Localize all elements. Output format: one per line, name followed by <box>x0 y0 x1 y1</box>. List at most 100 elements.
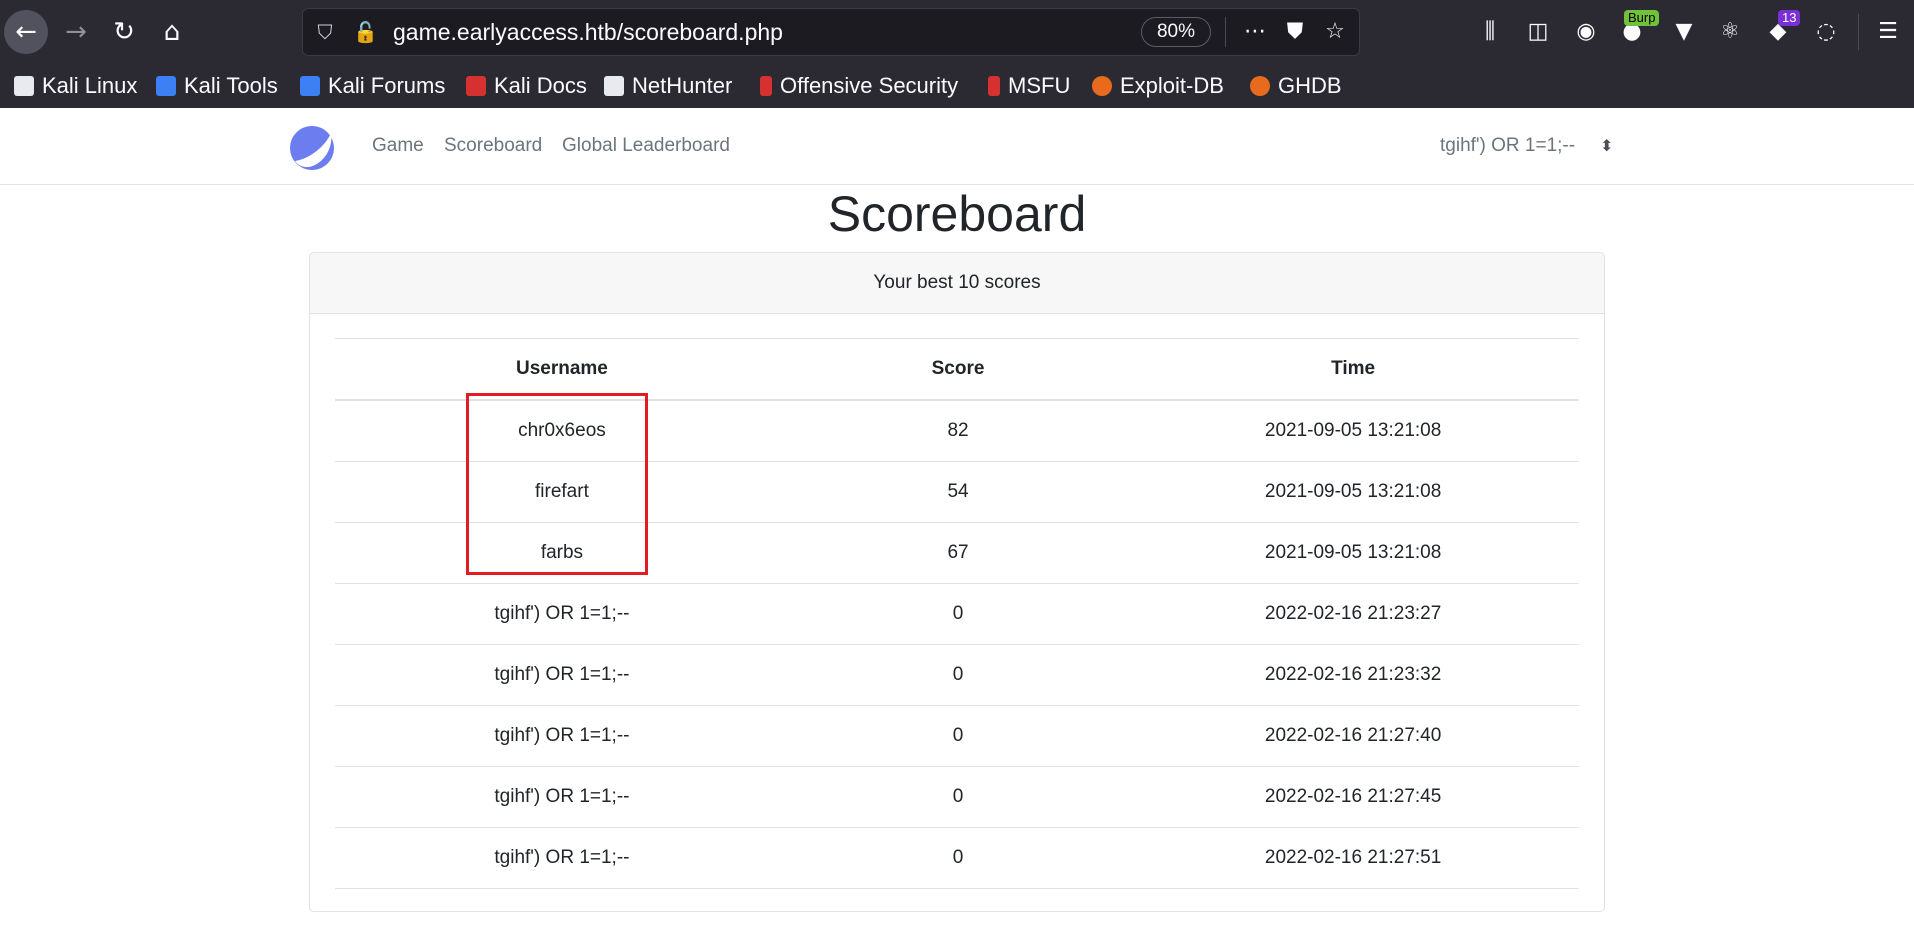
exploitdb-icon <box>1250 76 1270 96</box>
kali-icon <box>604 76 624 96</box>
bookmark-label: Kali Linux <box>42 73 138 98</box>
bookmark-kali-forums[interactable]: Kali Forums <box>300 68 445 104</box>
cell-score: 82 <box>788 400 1128 462</box>
pocket-icon[interactable]: ⛊ <box>1281 18 1309 46</box>
user-dropdown-label: tgihf') OR 1=1;-- <box>1440 135 1576 156</box>
bookmark-ghdb[interactable]: GHDB <box>1250 68 1342 104</box>
nav-link-game[interactable]: Game <box>372 108 424 184</box>
forward-arrow-icon[interactable]: → <box>54 10 98 54</box>
react-icon[interactable]: ⚛ <box>1714 16 1746 48</box>
table-header-row: Username Score Time <box>335 338 1579 401</box>
cell-score: 54 <box>788 461 1128 523</box>
toolbar-divider <box>1858 14 1859 50</box>
kali-icon <box>156 76 176 96</box>
table-row: tgihf') OR 1=1;-- 0 2022-02-16 21:27:51 <box>335 827 1579 889</box>
page-title: Scoreboard <box>827 186 1087 242</box>
cookie-icon[interactable]: ◌ <box>1810 16 1842 48</box>
cell-username: tgihf') OR 1=1;-- <box>335 644 789 706</box>
scores-card: Your best 10 scores Username Score Time … <box>309 252 1605 912</box>
updown-caret-icon: ⬍ <box>1600 136 1614 155</box>
cell-username: farbs <box>335 522 789 584</box>
cell-time: 2022-02-16 21:23:27 <box>1127 583 1579 645</box>
cell-time: 2022-02-16 21:27:51 <box>1127 827 1579 889</box>
burp-badge: Burp <box>1624 10 1660 26</box>
column-header-score: Score <box>788 338 1128 401</box>
nav-link-global-leaderboard[interactable]: Global Leaderboard <box>562 108 730 184</box>
cell-username: tgihf') OR 1=1;-- <box>335 583 789 645</box>
scores-table: Username Score Time chr0x6eos 82 2021-09… <box>335 338 1579 889</box>
extension-count-badge: 13 <box>1778 10 1801 26</box>
cell-time: 2022-02-16 21:23:32 <box>1127 644 1579 706</box>
moon-logo-icon[interactable] <box>289 125 335 171</box>
kali-icon <box>14 76 34 96</box>
home-icon[interactable]: ⌂ <box>150 10 194 54</box>
cell-username: tgihf') OR 1=1;-- <box>335 827 789 889</box>
site-navbar: Game Scoreboard Global Leaderboard tgihf… <box>0 108 1914 185</box>
cell-username: tgihf') OR 1=1;-- <box>335 705 789 767</box>
back-arrow-icon[interactable]: ← <box>4 10 48 54</box>
account-icon[interactable]: ◉ <box>1570 16 1602 48</box>
bookmark-label: MSFU <box>1008 73 1071 98</box>
table-row: tgihf') OR 1=1;-- 0 2022-02-16 21:23:27 <box>335 583 1579 645</box>
cell-score: 67 <box>788 522 1128 584</box>
more-dots-icon[interactable]: ⋯ <box>1241 18 1269 46</box>
bookmark-label: GHDB <box>1278 73 1342 98</box>
vue-icon[interactable]: ▼ <box>1668 16 1700 48</box>
url-bar[interactable]: ⛉ 🔓 game.earlyaccess.htb/scoreboard.php … <box>302 8 1360 56</box>
url-text[interactable]: game.earlyaccess.htb/scoreboard.php <box>393 9 783 55</box>
table-row: chr0x6eos 82 2021-09-05 13:21:08 <box>335 400 1579 462</box>
cell-score: 0 <box>788 644 1128 706</box>
table-row: tgihf') OR 1=1;-- 0 2022-02-16 21:23:32 <box>335 644 1579 706</box>
bookmark-nethunter[interactable]: NetHunter <box>604 68 732 104</box>
column-header-time: Time <box>1127 338 1579 401</box>
zoom-level-button[interactable]: 80% <box>1141 17 1211 47</box>
kali-docs-icon <box>466 76 486 96</box>
cell-score: 0 <box>788 827 1128 889</box>
insecure-lock-icon[interactable]: 🔓 <box>353 20 378 44</box>
offsec-icon <box>988 76 1000 96</box>
star-icon[interactable]: ☆ <box>1321 18 1349 46</box>
cell-username: firefart <box>335 461 789 523</box>
table-row: firefart 54 2021-09-05 13:21:08 <box>335 461 1579 523</box>
cell-time: 2021-09-05 13:21:08 <box>1127 522 1579 584</box>
bookmark-msfu[interactable]: MSFU <box>988 68 1070 104</box>
bookmark-label: Kali Docs <box>494 73 587 98</box>
bookmark-offensive-security[interactable]: Offensive Security <box>760 68 958 104</box>
offsec-icon <box>760 76 772 96</box>
cell-score: 0 <box>788 766 1128 828</box>
cell-time: 2021-09-05 13:21:08 <box>1127 400 1579 462</box>
bookmark-label: NetHunter <box>632 73 733 98</box>
cell-score: 0 <box>788 583 1128 645</box>
reload-icon[interactable]: ↻ <box>102 10 146 54</box>
browser-toolbar: ← → ↻ ⌂ ⛉ 🔓 game.earlyaccess.htb/scorebo… <box>0 0 1914 64</box>
table-row: farbs 67 2021-09-05 13:21:08 <box>335 522 1579 584</box>
bookmark-kali-docs[interactable]: Kali Docs <box>466 68 587 104</box>
card-header: Your best 10 scores <box>310 253 1604 314</box>
bookmark-label: Kali Tools <box>184 73 278 98</box>
bookmark-kali-linux[interactable]: Kali Linux <box>14 68 137 104</box>
cell-score: 0 <box>788 705 1128 767</box>
url-bar-divider <box>1225 17 1226 47</box>
user-dropdown[interactable]: tgihf') OR 1=1;-- ⬍ <box>1440 108 1613 184</box>
cell-time: 2021-09-05 13:21:08 <box>1127 461 1579 523</box>
cell-username: chr0x6eos <box>335 400 789 462</box>
column-header-username: Username <box>335 338 789 401</box>
kali-icon <box>300 76 320 96</box>
shield-icon[interactable]: ⛉ <box>313 20 337 44</box>
table-row: tgihf') OR 1=1;-- 0 2022-02-16 21:27:45 <box>335 766 1579 828</box>
bookmark-label: Kali Forums <box>328 73 446 98</box>
sidebar-icon[interactable]: ◫ <box>1522 16 1554 48</box>
cell-time: 2022-02-16 21:27:40 <box>1127 705 1579 767</box>
cell-time: 2022-02-16 21:27:45 <box>1127 766 1579 828</box>
bookmark-exploit-db[interactable]: Exploit-DB <box>1092 68 1224 104</box>
cell-username: tgihf') OR 1=1;-- <box>335 766 789 828</box>
bookmark-label: Offensive Security <box>780 73 959 98</box>
bookmark-kali-tools[interactable]: Kali Tools <box>156 68 278 104</box>
hamburger-menu-icon[interactable]: ☰ <box>1872 16 1904 48</box>
nav-link-scoreboard[interactable]: Scoreboard <box>444 108 542 184</box>
table-row: tgihf') OR 1=1;-- 0 2022-02-16 21:27:40 <box>335 705 1579 767</box>
library-icon[interactable]: ⫼ <box>1474 16 1506 48</box>
bookmarks-bar: Kali Linux Kali Tools Kali Forums Kali D… <box>0 64 1914 109</box>
exploitdb-icon <box>1092 76 1112 96</box>
bookmark-label: Exploit-DB <box>1120 73 1224 98</box>
